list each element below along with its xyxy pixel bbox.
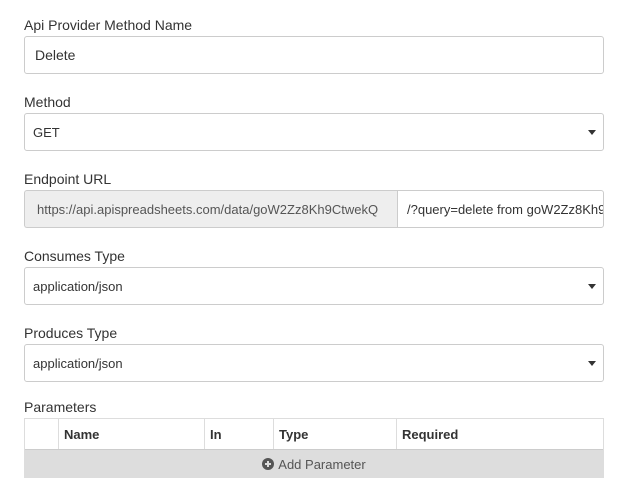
- endpoint-url-label: Endpoint URL: [24, 171, 112, 187]
- column-header-in: In: [205, 419, 274, 449]
- method-label: Method: [24, 94, 71, 110]
- produces-type-label: Produces Type: [24, 325, 118, 341]
- caret-down-icon: [588, 284, 596, 289]
- column-header-name: Name: [59, 419, 205, 449]
- parameters-table-footer: Add Parameter: [25, 449, 603, 478]
- endpoint-url-prefix: https://api.apispreadsheets.com/data/goW…: [24, 190, 397, 228]
- consumes-type-select[interactable]: application/json: [24, 267, 604, 305]
- consumes-type-label: Consumes Type: [24, 248, 125, 264]
- parameters-label: Parameters: [24, 399, 97, 415]
- parameters-table: Name In Type Required Add Parameter: [24, 418, 604, 478]
- produces-type-selected-value: application/json: [33, 355, 123, 371]
- plus-circle-icon: [262, 458, 275, 470]
- column-header-select: [25, 419, 59, 449]
- add-parameter-button[interactable]: Add Parameter: [262, 456, 366, 472]
- add-parameter-label: Add Parameter: [278, 456, 366, 472]
- api-provider-method-form: Api Provider Method Name Delete Method G…: [0, 0, 634, 494]
- method-name-value: Delete: [35, 47, 76, 63]
- method-name-label: Api Provider Method Name: [24, 17, 193, 33]
- consumes-type-selected-value: application/json: [33, 278, 123, 294]
- caret-down-icon: [588, 361, 596, 366]
- method-selected-value: GET: [33, 124, 60, 140]
- column-header-required: Required: [402, 426, 459, 442]
- parameters-table-header: Name In Type Required: [25, 419, 603, 449]
- method-select[interactable]: GET: [24, 113, 604, 151]
- endpoint-url-path-input[interactable]: /?query=delete from goW2Zz8Kh9CtwekQ: [397, 190, 604, 228]
- caret-down-icon: [588, 130, 596, 135]
- produces-type-select[interactable]: application/json: [24, 344, 604, 382]
- method-name-input[interactable]: Delete: [24, 36, 604, 74]
- column-header-type: Type: [274, 419, 397, 449]
- endpoint-url-group: https://api.apispreadsheets.com/data/goW…: [24, 190, 604, 228]
